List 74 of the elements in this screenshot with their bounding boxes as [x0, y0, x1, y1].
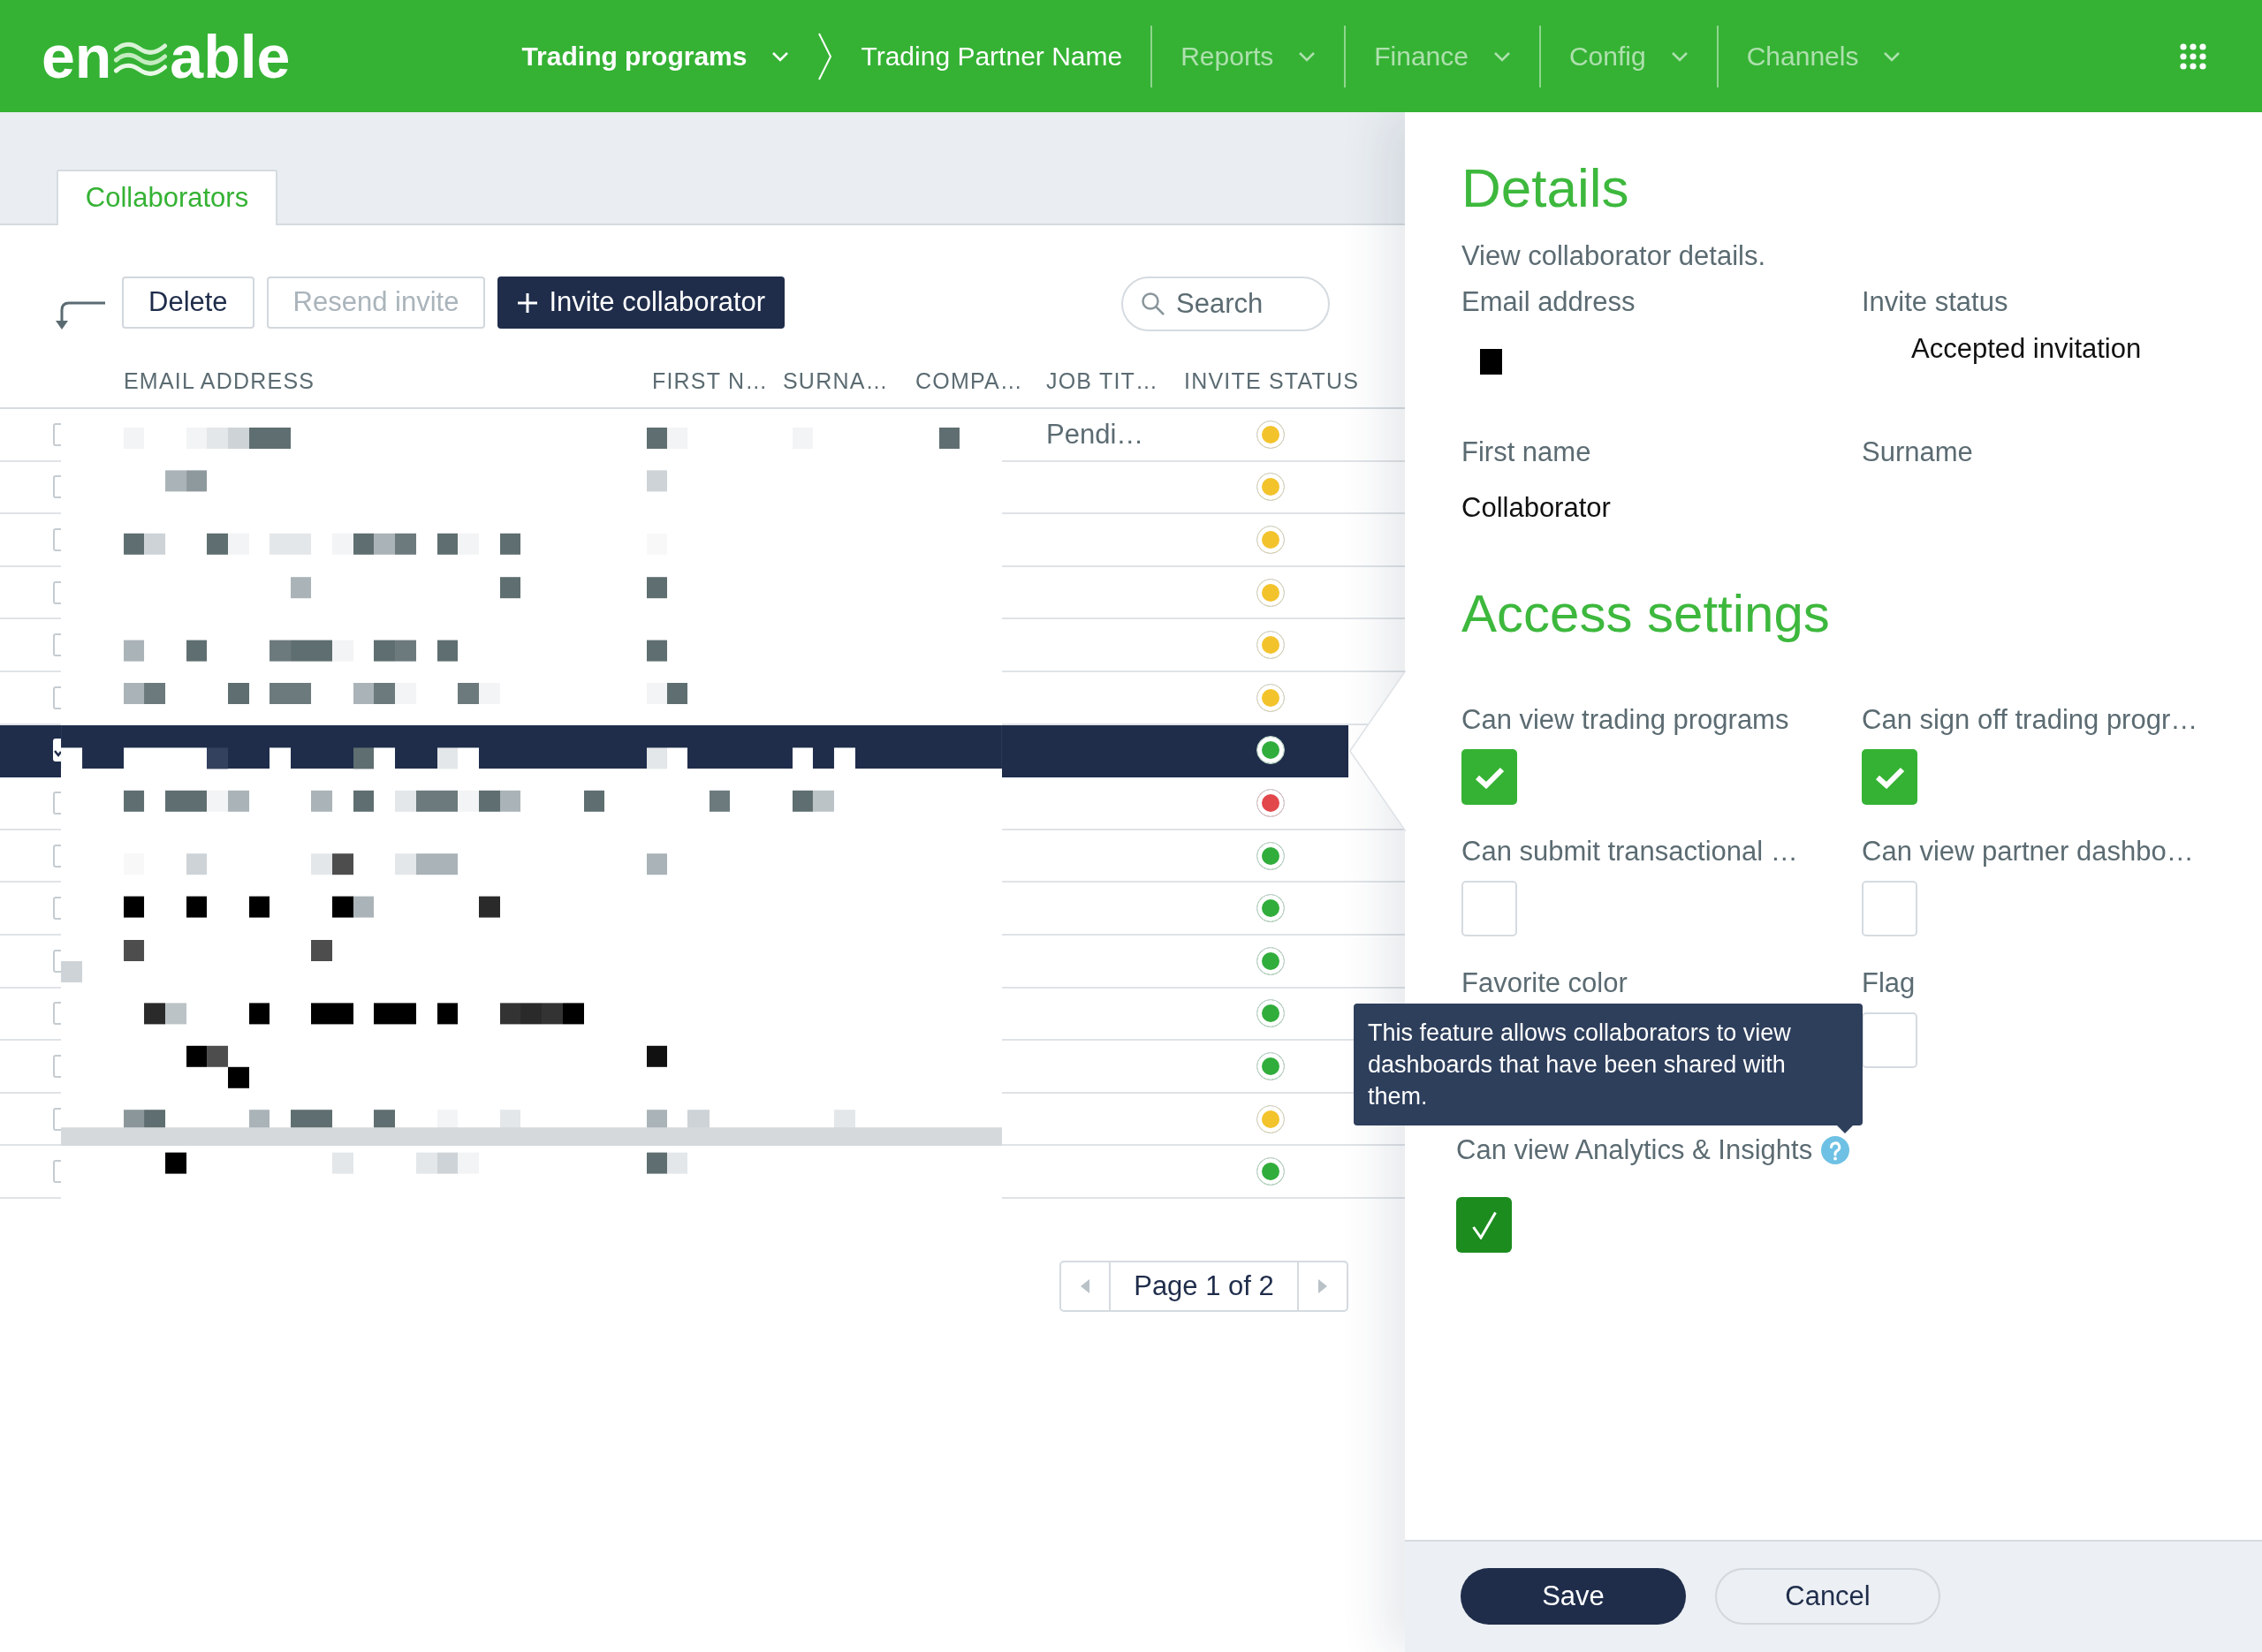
save-button[interactable]: Save	[1461, 1568, 1686, 1625]
checkbox[interactable]	[53, 475, 61, 499]
check-icon	[1474, 765, 1505, 789]
checkbox-label: Flag	[1862, 967, 1916, 999]
field-label: Email address	[1461, 285, 1636, 319]
column-header: INVITE STATUS	[1184, 368, 1360, 394]
column-header: SURNA…	[783, 368, 889, 394]
chevron-down-icon	[1492, 50, 1511, 62]
checkbox[interactable]	[53, 633, 61, 657]
column-header: EMAIL ADDRESS	[124, 368, 315, 394]
tab[interactable]: Collaborators	[57, 170, 277, 225]
checkbox[interactable]	[53, 1160, 61, 1184]
section-description: View collaborator details.	[1461, 239, 1767, 273]
checkbox-label: Can sign off trading progr…	[1862, 704, 2198, 736]
chevron-down-icon	[771, 50, 790, 62]
checkbox[interactable]	[53, 1054, 61, 1078]
grid-menu-icon[interactable]	[2180, 42, 2206, 70]
checkbox[interactable]	[1461, 881, 1517, 936]
section-title: Details	[1461, 161, 1630, 216]
chevron-down-icon	[1298, 50, 1317, 62]
checkbox[interactable]	[53, 1002, 61, 1026]
chevron-down-icon	[1670, 50, 1689, 62]
checkbox-label: Can view trading programs	[1461, 704, 1789, 736]
toolbar-button[interactable]: Invite collaborator	[497, 277, 786, 329]
tooltip: This feature allows collaborators to view dashboards that have been shared with them.	[1354, 1004, 1863, 1133]
cancel-button[interactable]: Cancel	[1715, 1568, 1940, 1625]
checkbox-label: Can submit transactional …	[1461, 836, 1798, 868]
checkbox[interactable]	[53, 897, 61, 921]
nav-item[interactable]: Trading programs	[521, 36, 790, 76]
table-row[interactable]	[0, 724, 1348, 778]
logo[interactable]: en able	[42, 26, 291, 87]
table-row[interactable]: Pendi…	[0, 409, 1348, 462]
checkbox[interactable]	[1862, 749, 1917, 805]
checkbox[interactable]	[53, 422, 61, 446]
redaction-block	[1480, 349, 1502, 375]
field-value: Accepted invitation	[1911, 332, 2142, 366]
page-indicator: Page 1 of 2	[1133, 1269, 1275, 1303]
triangle-left-icon	[1081, 1278, 1089, 1293]
checkbox[interactable]	[53, 580, 61, 604]
checkbox-label: Can view Analytics & Insights	[1456, 1134, 1813, 1166]
field-label: First name	[1461, 436, 1592, 469]
field-label: Surname	[1862, 436, 1974, 469]
checkbox[interactable]	[1461, 749, 1517, 805]
checkbox[interactable]	[1862, 1012, 1917, 1068]
field-value: Collaborator	[1461, 491, 1611, 525]
triangle-right-icon	[1318, 1278, 1327, 1293]
table-cell: Pendi…	[1046, 418, 1144, 450]
toolbar-button[interactable]: Delete	[122, 277, 254, 329]
column-header: FIRST N…	[652, 368, 769, 394]
search-icon	[1141, 292, 1165, 316]
checkbox[interactable]	[53, 791, 61, 815]
chevron-right-icon	[817, 31, 833, 81]
checkbox[interactable]	[53, 1107, 61, 1131]
checkbox[interactable]	[1862, 881, 1917, 936]
checkbox-label: Can view partner dashbo…	[1862, 836, 2194, 868]
nav-item[interactable]: Trading Partner Name	[861, 36, 1123, 76]
corner-arrow-icon	[55, 300, 106, 330]
checkbox-label: Favorite color	[1461, 967, 1628, 999]
chevron-down-icon	[1883, 50, 1901, 62]
checkbox[interactable]	[1456, 1197, 1512, 1253]
column-header: JOB TIT…	[1046, 368, 1159, 394]
search-field[interactable]: Search	[1121, 277, 1330, 331]
column-header: COMPA…	[915, 368, 1024, 394]
section-title: Access settings	[1461, 583, 1831, 645]
checkbox[interactable]	[53, 949, 61, 973]
checkbox[interactable]	[53, 686, 61, 709]
help-icon[interactable]	[1821, 1136, 1850, 1164]
check-icon	[1471, 1210, 1497, 1239]
checkbox[interactable]	[53, 528, 61, 551]
check-icon	[1874, 765, 1905, 789]
checkbox[interactable]	[53, 739, 61, 762]
plus-icon	[517, 292, 539, 314]
field-label: Invite status	[1862, 285, 2009, 319]
checkbox[interactable]	[53, 844, 61, 868]
